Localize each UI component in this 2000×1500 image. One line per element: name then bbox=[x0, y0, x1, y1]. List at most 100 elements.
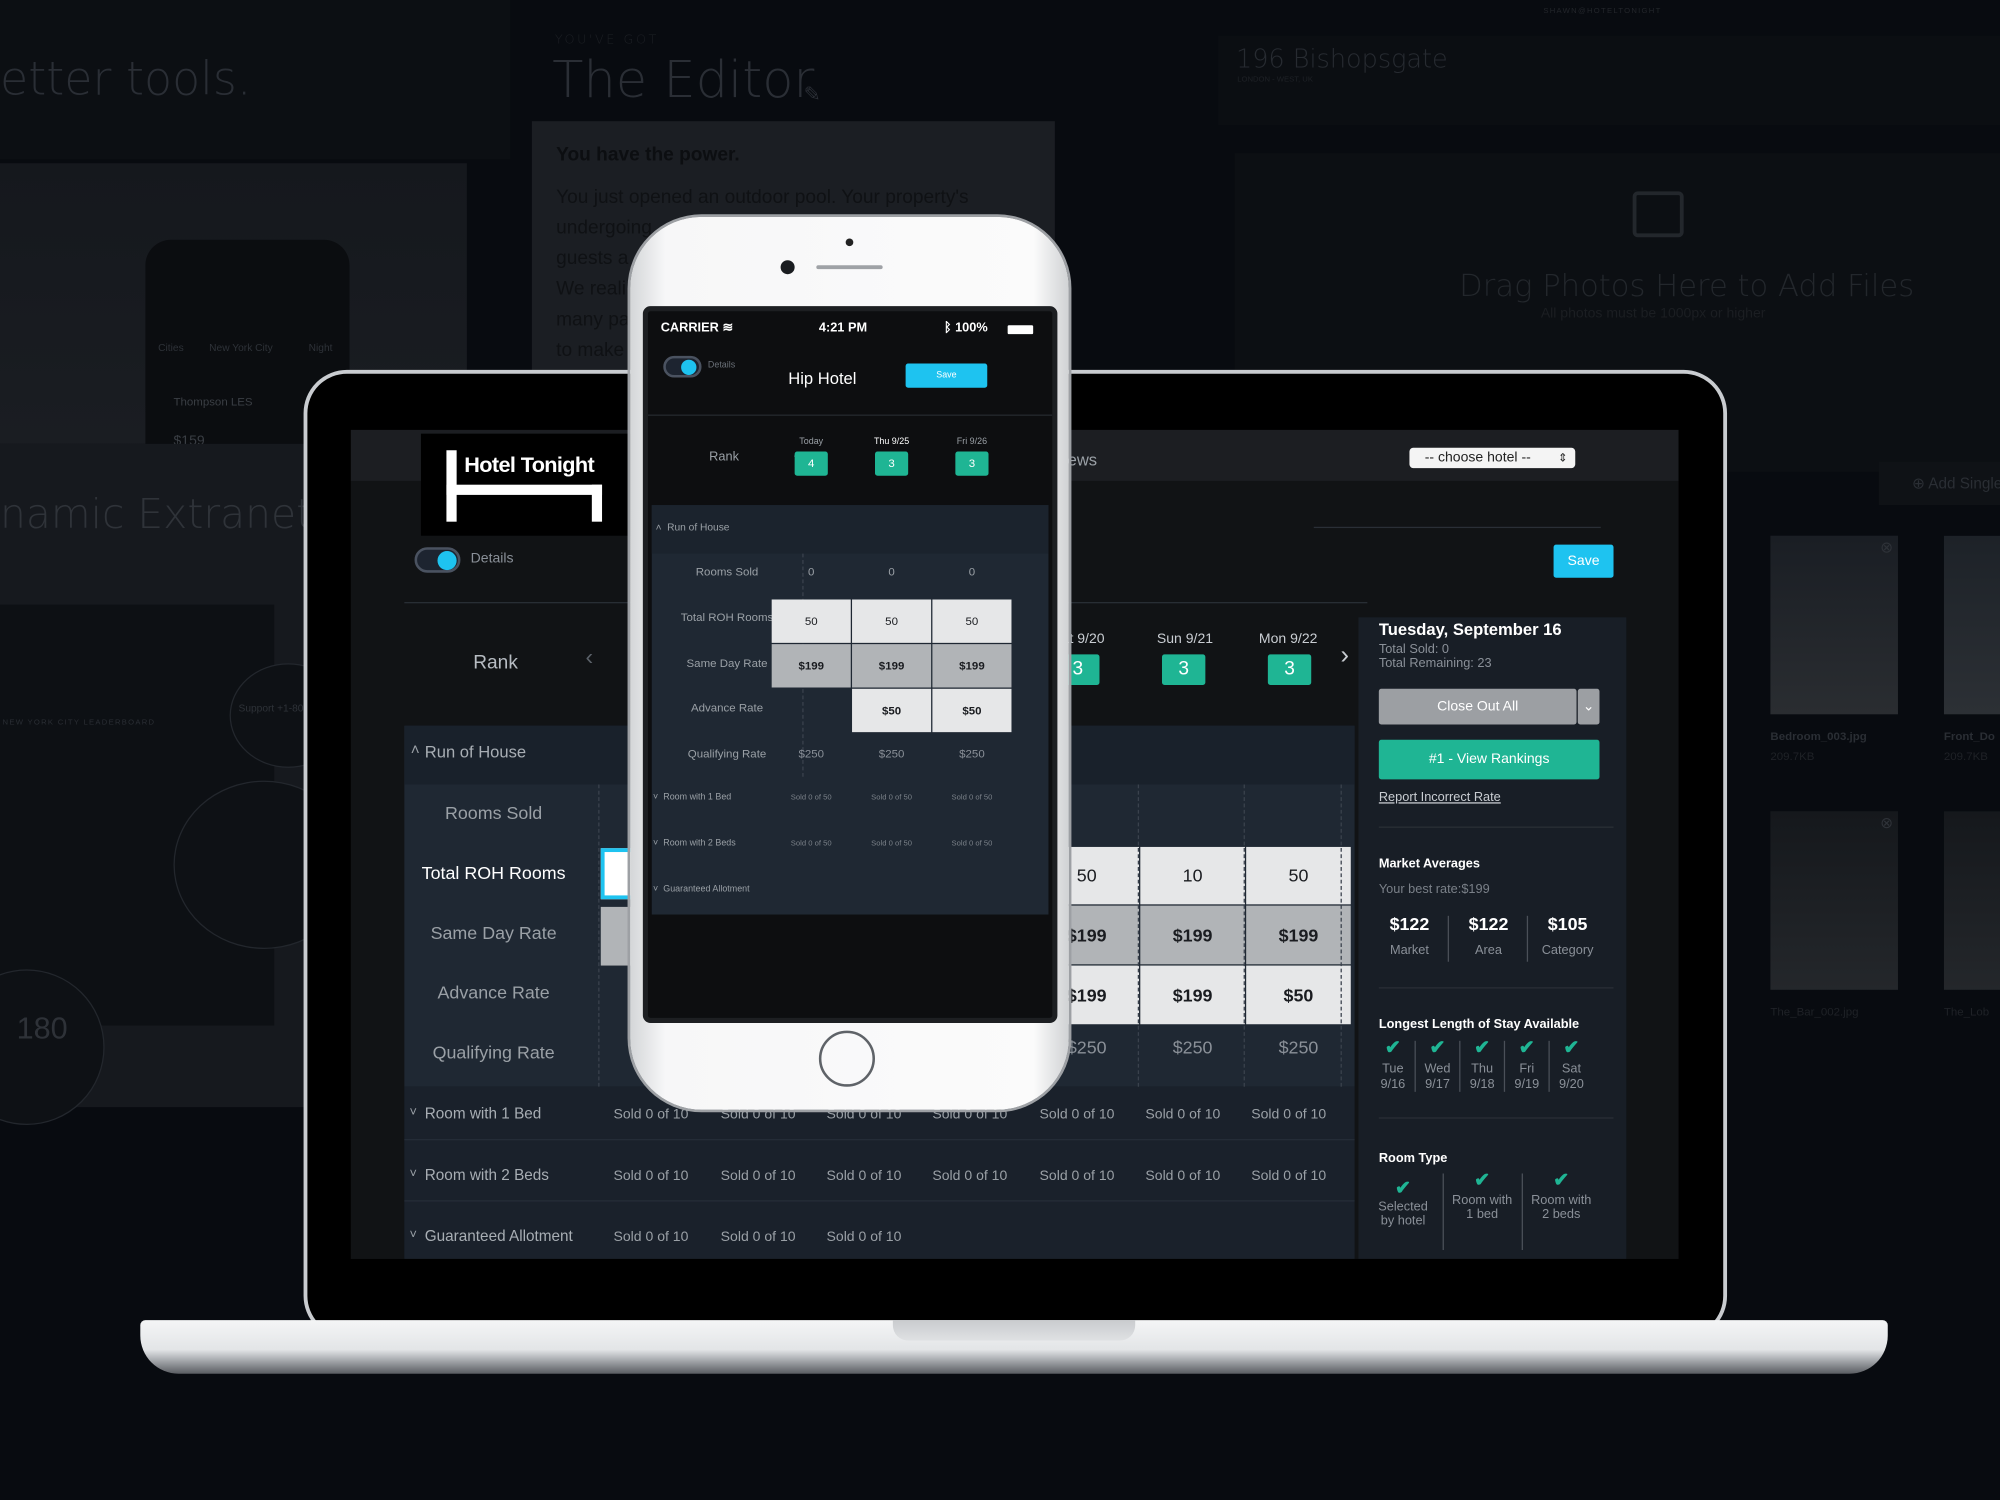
total-roh-cell[interactable]: 50 bbox=[771, 599, 851, 643]
rank-badge[interactable]: 3 bbox=[874, 451, 909, 476]
save-button[interactable]: Save bbox=[905, 363, 988, 388]
header-divider bbox=[647, 414, 1053, 416]
bg-mini-phone-city: New York City bbox=[209, 341, 273, 354]
row-label-same-day: Same Day Rate bbox=[430, 922, 557, 943]
nav-item-reviews[interactable]: ews bbox=[1068, 450, 1097, 469]
same-day-rate-cell[interactable]: $199 bbox=[932, 644, 1012, 688]
status-time: 4:21 PM bbox=[818, 321, 868, 336]
battery-percent: 100% bbox=[955, 321, 988, 336]
sold-count-cell: Sold 0 of 10 bbox=[1039, 1168, 1115, 1184]
save-button[interactable]: Save bbox=[1553, 544, 1614, 578]
average-value: $122 bbox=[1389, 913, 1430, 934]
remove-icon: ⊗ bbox=[1880, 813, 1893, 832]
row-label-rooms-sold: Rooms Sold bbox=[444, 802, 543, 823]
report-incorrect-rate-link[interactable]: Report Incorrect Rate bbox=[1379, 791, 1501, 805]
advance-rate-cell[interactable]: $50 bbox=[852, 688, 932, 733]
hotel-select[interactable]: -- choose hotel -- ⇕ bbox=[1409, 447, 1576, 469]
los-divider bbox=[1459, 1040, 1461, 1092]
hotel-select-value: -- choose hotel -- bbox=[1424, 450, 1531, 466]
sold-count-cell: Sold 0 of 10 bbox=[826, 1229, 902, 1245]
collapsed-row-label[interactable]: Room with 2 Beds bbox=[425, 1166, 549, 1184]
home-button[interactable] bbox=[818, 1030, 875, 1087]
sold-count-cell: Sold 0 of 10 bbox=[720, 1229, 796, 1245]
roh-section-header[interactable]: ˄ Run of House bbox=[651, 505, 1049, 554]
bg-editor-heading: You have the power. bbox=[556, 144, 740, 166]
room-type-label: Room with 2 beds bbox=[1531, 1193, 1592, 1222]
total-roh-cell[interactable]: 50 bbox=[1246, 846, 1351, 905]
view-rankings-button[interactable]: #1 - View Rankings bbox=[1378, 739, 1600, 780]
advance-rate-cell[interactable]: $50 bbox=[932, 688, 1012, 733]
same-day-rate-cell[interactable]: $199 bbox=[771, 644, 851, 688]
prev-week-chevron-icon[interactable]: ‹ bbox=[585, 644, 593, 671]
day-header: Today bbox=[799, 437, 824, 447]
carrier-name: CARRIER bbox=[660, 321, 719, 336]
collapsed-row-label[interactable]: Room with 1 Bed bbox=[425, 1105, 542, 1123]
side-divider bbox=[1378, 987, 1614, 989]
advance-rate-cell[interactable]: $199 bbox=[1140, 965, 1245, 1025]
bg-mini-phone-right: Night bbox=[308, 341, 333, 354]
bg-tagline: etter tools. bbox=[0, 53, 252, 106]
advance-rate-cell[interactable]: $50 bbox=[1246, 965, 1351, 1025]
day-header: Mon 9/22 bbox=[1258, 631, 1318, 647]
day-header: Thu 9/25 bbox=[873, 437, 910, 447]
plus-circle-icon: ⊕ bbox=[1911, 474, 1929, 493]
close-out-dropdown-chevron-icon[interactable]: ⌄ bbox=[1577, 688, 1600, 725]
details-toggle[interactable] bbox=[663, 355, 702, 378]
rooms-sold-cell: 0 bbox=[888, 565, 895, 578]
sold-count-cell: Sold 0 of 10 bbox=[1145, 1107, 1221, 1123]
length-of-stay-title: Longest Length of Stay Available bbox=[1378, 1017, 1580, 1032]
bg-gallery-item: The_Lob bbox=[1943, 811, 2000, 1028]
close-out-all-button[interactable]: Close Out All bbox=[1378, 688, 1577, 725]
chevron-down-icon: ˅ bbox=[409, 1228, 417, 1243]
toggle-knob bbox=[681, 359, 697, 375]
row-divider bbox=[404, 1200, 1355, 1202]
next-week-chevron-icon[interactable]: › bbox=[1341, 642, 1350, 671]
collapsed-row-label[interactable]: Guaranteed Allotment bbox=[663, 885, 749, 894]
bg-dropzone-subtitle: All photos must be 1000px or higher bbox=[1540, 306, 1766, 322]
rank-label: Rank bbox=[473, 651, 518, 674]
sold-count-cell: Sold 0 of 50 bbox=[951, 840, 993, 849]
rank-badge[interactable]: 4 bbox=[794, 451, 828, 476]
sold-count-cell: Sold 0 of 10 bbox=[1039, 1107, 1115, 1123]
qualifying-rate-cell: $250 bbox=[1278, 1036, 1319, 1058]
los-date: 9/16 bbox=[1380, 1077, 1406, 1092]
total-roh-cell[interactable]: 50 bbox=[852, 599, 932, 643]
bg-mini-phone-hotel1: Thompson LES bbox=[173, 395, 253, 409]
day-detail-panel: Tuesday, September 16 Total Sold: 0 Tota… bbox=[1358, 617, 1627, 1259]
same-day-rate-cell[interactable]: $199 bbox=[852, 644, 932, 688]
total-roh-cell[interactable]: 10 bbox=[1140, 846, 1245, 905]
select-arrows-icon: ⇕ bbox=[1557, 451, 1568, 465]
row-divider bbox=[404, 1139, 1355, 1141]
bg-property-name: 196 Bishopsgate bbox=[1235, 43, 1448, 74]
collapsed-row-label[interactable]: Guaranteed Allotment bbox=[425, 1227, 573, 1245]
bg-editor-title: The Editor bbox=[552, 51, 815, 110]
same-day-rate-cell[interactable]: $199 bbox=[1246, 905, 1351, 965]
brand-logo[interactable]: Hotel Tonight bbox=[420, 433, 632, 536]
sold-count-cell: Sold 0 of 10 bbox=[720, 1168, 796, 1184]
total-roh-cell[interactable]: 50 bbox=[932, 599, 1012, 643]
sold-count-cell: Sold 0 of 10 bbox=[1251, 1168, 1327, 1184]
rank-badge[interactable]: 3 bbox=[1267, 654, 1312, 685]
same-day-rate-cell[interactable]: $199 bbox=[1140, 905, 1245, 965]
collapsed-row-label[interactable]: Room with 1 Bed bbox=[663, 793, 731, 802]
rank-badge[interactable]: 3 bbox=[1161, 654, 1206, 685]
collapsed-row-label[interactable]: Room with 2 Beds bbox=[663, 839, 735, 848]
bed-logo-post-right bbox=[591, 484, 603, 522]
brand-name: Hotel Tonight bbox=[464, 452, 595, 478]
checkmark-icon: ✔ bbox=[1474, 1169, 1491, 1192]
status-carrier: CARRIER ≋ bbox=[661, 321, 733, 335]
details-toggle[interactable] bbox=[414, 547, 461, 573]
photos-icon bbox=[1632, 191, 1684, 238]
los-day: Fri bbox=[1519, 1062, 1535, 1077]
los-day: Tue bbox=[1382, 1062, 1404, 1077]
row-label: Advance Rate bbox=[690, 701, 764, 715]
rank-badge[interactable]: 3 bbox=[955, 451, 989, 476]
sold-count-cell: Sold 0 of 10 bbox=[826, 1168, 902, 1184]
average-value: $105 bbox=[1547, 913, 1588, 934]
gallery-filename: Bedroom_003.jpg bbox=[1770, 729, 1867, 743]
header-divider bbox=[1313, 526, 1601, 529]
bg-editor-eyebrow: YOU'VE GOT bbox=[554, 33, 659, 48]
bg-extranet-title: namic Extranet bbox=[0, 489, 313, 539]
checkmark-icon: ✔ bbox=[1474, 1036, 1491, 1059]
los-day: Thu bbox=[1471, 1062, 1494, 1077]
